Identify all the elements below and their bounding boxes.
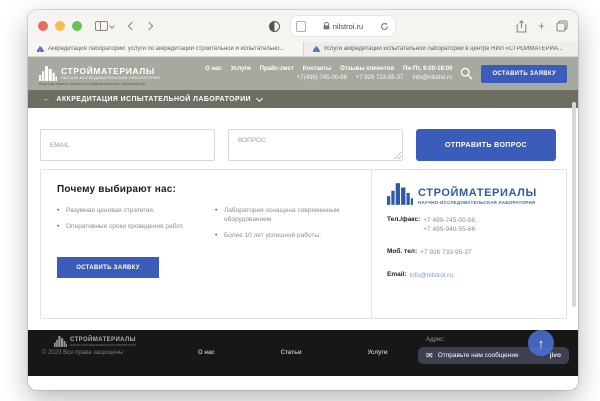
- header-email[interactable]: info@nilstroi.ru: [412, 75, 452, 81]
- email-link[interactable]: info@nilstroi.ru: [410, 271, 453, 280]
- header-phone-1[interactable]: +7(499) 745-00-88: [297, 75, 347, 81]
- zoom-window-button[interactable]: [72, 21, 82, 31]
- why-us-list-2: Лаборатория оснащена современным оборудо…: [215, 206, 355, 247]
- mobile-label: Моб. тел:: [387, 248, 417, 257]
- scroll-to-top-button[interactable]: ↑: [528, 330, 554, 356]
- address-label: Адрес:: [426, 337, 445, 343]
- lock-icon: [323, 22, 330, 30]
- privacy-report-icon[interactable]: [269, 21, 280, 32]
- company-name: СТРОЙМАТЕРИАЛЫ: [418, 188, 537, 199]
- email-field[interactable]: [40, 129, 215, 161]
- header-nav: О нас Услуги Прайс-лист Контакты Отзывы …: [205, 66, 452, 72]
- page-settings-icon[interactable]: [296, 21, 306, 32]
- tab-lab-accreditation-center[interactable]: Услуги аккредитации испытательной лабора…: [303, 42, 579, 56]
- why-us-list-1: Разумная ценовая стратегия. Оперативные …: [57, 206, 197, 247]
- tel-fax-value-2: +7 495-940-55-66: [423, 226, 475, 233]
- refresh-icon[interactable]: [380, 22, 389, 31]
- nav-about[interactable]: О нас: [205, 66, 222, 72]
- footer-link-articles[interactable]: Статьи: [281, 350, 302, 356]
- chat-brand: jivo: [550, 352, 561, 359]
- page-scrollbar[interactable]: [572, 102, 576, 307]
- minimize-window-button[interactable]: [55, 21, 65, 31]
- logo-bars-icon: [39, 66, 57, 81]
- breadcrumb-label: АККРЕДИТАЦИЯ ИСПЫТАТЕЛЬНОЙ ЛАБОРАТОРИИ: [56, 96, 251, 103]
- nav-reviews[interactable]: Отзывы клиентов: [340, 66, 394, 72]
- favicon-bars-icon: [313, 46, 320, 52]
- mobile-row: Моб. тел: +7 926 733-95-37: [387, 248, 551, 257]
- list-item: Разумная ценовая стратегия.: [57, 206, 197, 215]
- logo-bars-icon: [54, 336, 67, 347]
- nav-pricelist[interactable]: Прайс-лист: [260, 66, 294, 72]
- tab-strip: Аккредитация лаборатории: услуги по аккр…: [28, 42, 578, 57]
- tel-fax-value-1: +7 499-745-00-88,: [423, 217, 477, 224]
- header-phone-2[interactable]: +7 926 733-95-37: [356, 75, 404, 81]
- question-form: ОТПРАВИТЬ ВОПРОС: [28, 108, 578, 161]
- tel-fax-row: Тел./факс: +7 499-745-00-88, +7 495-940-…: [387, 216, 551, 234]
- share-icon[interactable]: [516, 20, 527, 33]
- browser-toolbar: nilstroi.ru +: [28, 10, 578, 42]
- company-tagline: НАУЧНО-ИССЛЕДОВАТЕЛЬСКАЯ ЛАБОРАТОРИЯ: [418, 200, 537, 205]
- email-label: Email:: [387, 271, 407, 280]
- footer-link-services[interactable]: Услуги: [368, 350, 388, 356]
- header-cta-button[interactable]: ОСТАВИТЬ ЗАЯВКУ: [481, 65, 567, 83]
- send-question-button[interactable]: ОТПРАВИТЬ ВОПРОС: [416, 129, 556, 161]
- safari-window: nilstroi.ru + Аккредитация лаборатории: …: [28, 10, 578, 390]
- new-tab-icon[interactable]: +: [538, 21, 545, 31]
- back-button[interactable]: [129, 23, 135, 29]
- tel-fax-label: Тел./факс:: [387, 216, 420, 234]
- leave-request-button[interactable]: ОСТАВИТЬ ЗАЯВКУ: [57, 257, 159, 278]
- breadcrumb-bar[interactable]: ← АККРЕДИТАЦИЯ ИСПЫТАТЕЛЬНОЙ ЛАБОРАТОРИИ: [28, 90, 578, 108]
- question-field[interactable]: [228, 129, 403, 161]
- tab-overview-icon[interactable]: [556, 20, 568, 32]
- page-content: ОТПРАВИТЬ ВОПРОС Почему выбирают нас: Ра…: [28, 108, 578, 330]
- mobile-value: +7 926 733-95-37: [420, 248, 472, 257]
- nav-services[interactable]: Услуги: [231, 66, 251, 72]
- envelope-icon: ✉: [426, 351, 433, 360]
- logo-caption: Аккредитование научно-исследовательских …: [39, 82, 145, 86]
- logo-title: СТРОЙМАТЕРИАЛЫ: [61, 67, 160, 76]
- footer-logo-subtitle: НАУЧНО-ИССЛЕДОВАТЕЛЬСКАЯ ЛАБОРАТОРИЯ: [70, 343, 136, 347]
- site-header: СТРОЙМАТЕРИАЛЫ НАУЧНО-ИССЛЕДОВАТЕЛЬСКАЯ …: [28, 57, 578, 90]
- chevron-down-icon[interactable]: [256, 94, 263, 101]
- tab-accreditation-services[interactable]: Аккредитация лаборатории: услуги по аккр…: [28, 42, 303, 56]
- resize-handle[interactable]: [393, 151, 401, 159]
- back-arrow-icon[interactable]: ←: [43, 96, 50, 103]
- copyright-text: © 2023 Все права защищены: [42, 350, 136, 356]
- why-us-section: Почему выбирают нас: Разумная ценовая ст…: [41, 170, 371, 318]
- forward-button[interactable]: [146, 23, 152, 29]
- url-text: nilstroi.ru: [333, 22, 363, 31]
- contacts-section: СТРОЙМАТЕРИАЛЫ НАУЧНО-ИССЛЕДОВАТЕЛЬСКАЯ …: [371, 170, 566, 318]
- why-us-title: Почему выбирают нас:: [57, 184, 355, 195]
- tab-label: Аккредитация лаборатории: услуги по аккр…: [48, 46, 284, 52]
- nav-contacts[interactable]: Контакты: [303, 66, 331, 72]
- header-contacts: +7(499) 745-00-88 +7 926 733-95-37 info@…: [297, 75, 453, 81]
- up-arrow-icon: ↑: [538, 336, 545, 351]
- favicon-bars-icon: [37, 46, 44, 52]
- work-hours: Пн-Пт, 9:00-18:00: [403, 66, 452, 72]
- why-us-card: Почему выбирают нас: Разумная ценовая ст…: [40, 169, 567, 319]
- list-item: Оперативные сроки проведения работ.: [57, 222, 197, 231]
- footer-logo[interactable]: СТРОЙМАТЕРИАЛЫ НАУЧНО-ИССЛЕДОВАТЕЛЬСКАЯ …: [54, 336, 136, 347]
- footer-link-about[interactable]: О нас: [198, 350, 215, 356]
- address-bar[interactable]: nilstroi.ru: [291, 16, 394, 36]
- list-item: Лаборатория оснащена современным оборудо…: [215, 206, 355, 224]
- email-row: Email: info@nilstroi.ru: [387, 271, 551, 280]
- tab-label: Услуги аккредитации испытательной лабора…: [324, 46, 563, 52]
- list-item: Более 10 лет успешной работы.: [215, 231, 355, 240]
- chat-message: Отправьте нам сообщение: [438, 352, 519, 359]
- search-icon[interactable]: [460, 67, 473, 80]
- site-logo[interactable]: СТРОЙМАТЕРИАЛЫ НАУЧНО-ИССЛЕДОВАТЕЛЬСКАЯ …: [39, 66, 160, 81]
- close-window-button[interactable]: [38, 21, 48, 31]
- footer-links: О нас Статьи Услуги: [198, 330, 388, 376]
- sidebar-toggle-icon[interactable]: [95, 21, 114, 31]
- company-logo: СТРОЙМАТЕРИАЛЫ НАУЧНО-ИССЛЕДОВАТЕЛЬСКАЯ …: [387, 183, 551, 205]
- logo-subtitle: НАУЧНО-ИССЛЕДОВАТЕЛЬСКАЯ ЛАБОРАТОРИЯ: [61, 76, 160, 81]
- logo-bars-icon: [387, 183, 413, 205]
